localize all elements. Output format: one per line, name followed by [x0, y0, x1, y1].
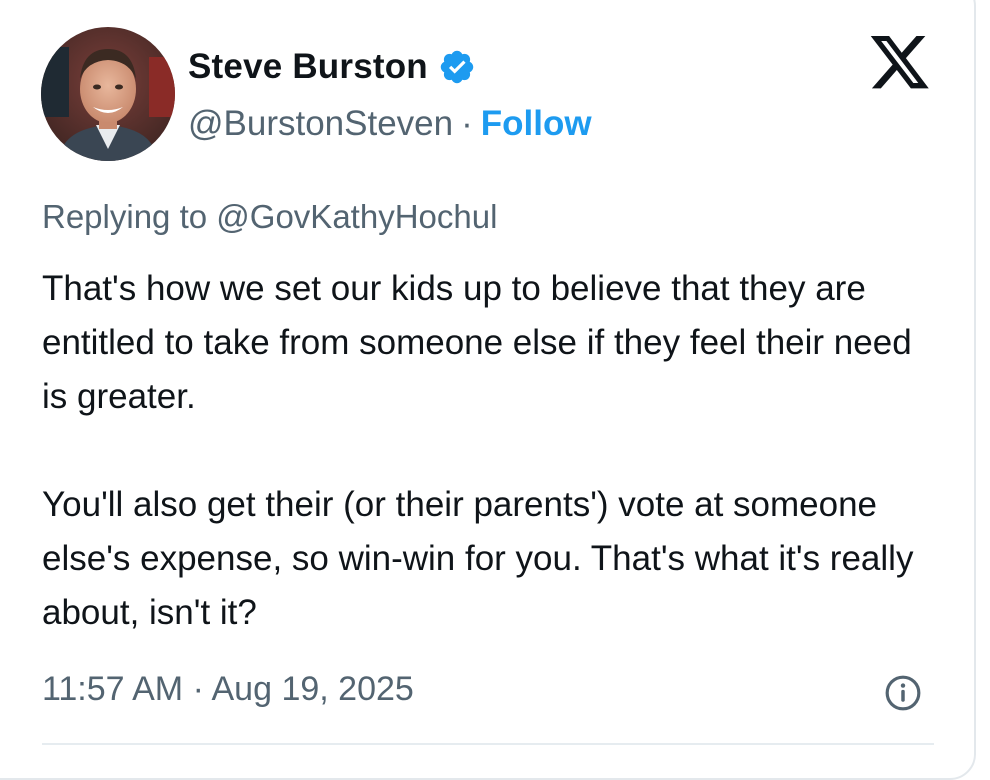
avatar-photo — [41, 27, 175, 161]
x-logo-icon[interactable] — [868, 32, 932, 90]
verified-badge-icon — [438, 48, 476, 86]
author-handle[interactable]: @BurstonSteven — [188, 104, 453, 144]
replying-prefix: Replying to — [42, 198, 208, 235]
timestamp-separator: · — [192, 670, 204, 708]
info-icon[interactable] — [884, 674, 922, 712]
tweet-paragraph-2: You'll also get their (or their parents'… — [42, 485, 914, 632]
author-handle-row: @BurstonSteven · Follow — [188, 102, 592, 146]
avatar[interactable] — [41, 27, 175, 161]
tweet-paragraph-1: That's how we set our kids up to believe… — [42, 269, 912, 416]
handle-separator: · — [461, 104, 473, 143]
tweet-timestamp[interactable]: 11:57 AM · Aug 19, 2025 — [42, 670, 414, 709]
reply-mention-link[interactable]: @GovKathyHochul — [216, 198, 497, 235]
tweet-date: Aug 19, 2025 — [211, 670, 414, 708]
tweet-text: That's how we set our kids up to believe… — [42, 262, 922, 640]
tweet-time: 11:57 AM — [42, 670, 184, 708]
author-name[interactable]: Steve Burston — [188, 47, 428, 87]
divider — [42, 743, 934, 745]
author-name-row: Steve Burston — [188, 42, 476, 92]
replying-to: Replying to @GovKathyHochul — [42, 198, 497, 236]
follow-button[interactable]: Follow — [481, 104, 592, 144]
